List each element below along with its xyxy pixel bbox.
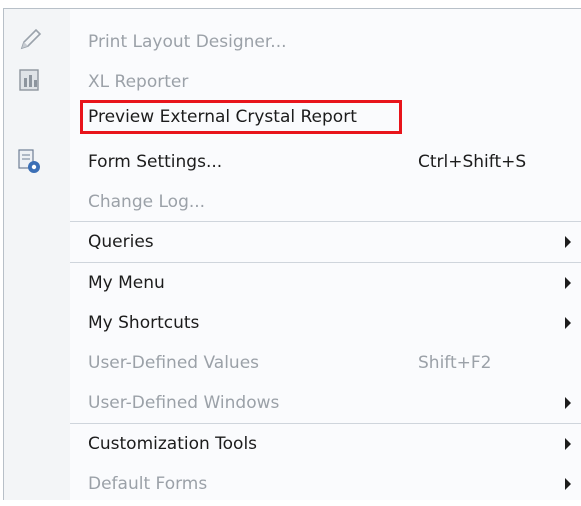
menu-item-print-layout-designer[interactable]: Print Layout Designer... (4, 22, 581, 62)
menu-item-label: Form Settings... (88, 152, 223, 172)
menu-item-default-forms[interactable]: Default Forms (4, 464, 581, 504)
submenu-arrow-icon (565, 438, 571, 450)
menu-item-label: Print Layout Designer... (88, 32, 287, 52)
menu-item-user-defined-values[interactable]: User-Defined Values Shift+F2 (4, 343, 581, 383)
menu-item-label: Customization Tools (88, 434, 258, 454)
context-menu: Print Layout Designer... XL Reporter Pre… (3, 8, 581, 500)
menu-item-label: Queries (88, 232, 154, 252)
menu-item-label: Change Log... (88, 192, 206, 212)
submenu-arrow-icon (565, 277, 571, 289)
menu-item-queries[interactable]: Queries (4, 222, 581, 262)
menu-item-preview-external-crystal-report[interactable]: Preview External Crystal Report (4, 100, 581, 136)
pencil-icon (20, 28, 42, 50)
menu-item-my-shortcuts[interactable]: My Shortcuts (4, 303, 581, 343)
menu-item-label: User-Defined Windows (88, 393, 280, 413)
submenu-arrow-icon (565, 397, 571, 409)
menu-item-xl-reporter[interactable]: XL Reporter (4, 62, 581, 102)
menu-item-label: User-Defined Values (88, 353, 260, 373)
menu-item-shortcut: Shift+F2 (418, 353, 492, 373)
menu-item-label: My Shortcuts (88, 313, 200, 333)
form-settings-icon (18, 149, 40, 173)
menu-item-label: Preview External Crystal Report (88, 107, 357, 127)
menu-item-form-settings[interactable]: Form Settings... Ctrl+Shift+S (4, 142, 581, 182)
menu-item-customization-tools[interactable]: Customization Tools (4, 424, 581, 464)
menu-item-label: Default Forms (88, 474, 208, 494)
menu-item-label: XL Reporter (88, 72, 189, 92)
xl-reporter-icon (19, 69, 39, 91)
menu-item-shortcut: Ctrl+Shift+S (418, 152, 527, 172)
menu-item-change-log[interactable]: Change Log... (4, 182, 581, 222)
menu-item-my-menu[interactable]: My Menu (4, 263, 581, 303)
menu-item-label: My Menu (88, 273, 165, 293)
submenu-arrow-icon (565, 478, 571, 490)
menu-item-user-defined-windows[interactable]: User-Defined Windows (4, 383, 581, 423)
submenu-arrow-icon (565, 236, 571, 248)
submenu-arrow-icon (565, 317, 571, 329)
